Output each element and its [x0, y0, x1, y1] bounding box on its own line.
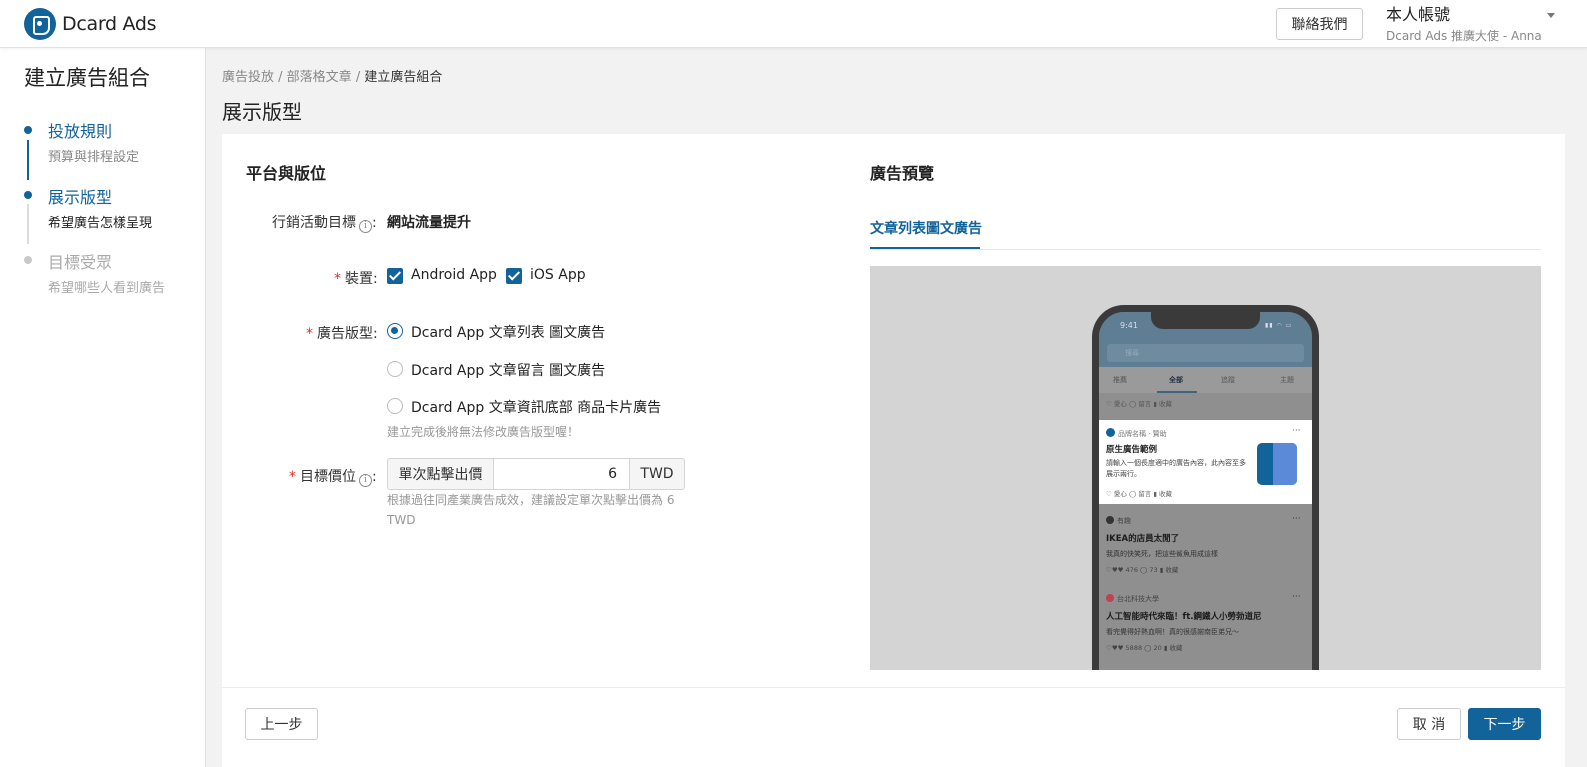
phone-tab-indicator: [1157, 391, 1197, 393]
step-desc: 希望哪些人看到廣告: [48, 281, 166, 296]
android-checkbox[interactable]: [387, 268, 403, 284]
ad-brand: 品牌名稱 · 贊助: [1106, 428, 1167, 439]
bid-hint: 根據過往同產業廣告成效，建議設定單次點擊出價為 6 TWD: [387, 493, 675, 527]
more-icon: ···: [1292, 514, 1301, 524]
step-label: 投放規則: [48, 122, 113, 141]
ad-actions: ♡ 愛心 ◯ 留言 ▮ 收藏: [1106, 490, 1173, 498]
format-hint: 建立完成後將無法修改廣告版型喔！: [387, 425, 580, 439]
bid-label: * 目標價位 i:: [289, 469, 377, 487]
step-dot-icon: [24, 256, 32, 264]
more-icon: ···: [1292, 426, 1301, 436]
dcard-ads-logo[interactable]: Dcard Ads: [24, 8, 157, 40]
post-body: 我真的快笑死，把這些鯊魚用成這樣: [1106, 550, 1218, 558]
breadcrumb: 廣告投放 / 部落格文章 / 建立廣告組合: [222, 70, 443, 85]
post-board: 有趣: [1106, 516, 1131, 526]
phone-post-actions: ♡ 愛心 ◯ 留言 ▮ 收藏: [1106, 400, 1173, 408]
sidebar-title: 建立廣告組合: [24, 66, 150, 90]
page-title: 展示版型: [222, 100, 302, 124]
bid-currency: TWD: [629, 459, 684, 489]
phone-time: 9:41: [1120, 321, 1138, 330]
account-menu[interactable]: 本人帳號 Dcard Ads 推廣大使 - Anna: [1386, 5, 1542, 45]
ad-body: 請輸入一個長度適中的廣告內容，此內容至多展示兩行。: [1106, 459, 1246, 478]
phone-search-bar: 搜尋: [1107, 344, 1304, 362]
tab-list-ad[interactable]: 文章列表圖文廣告: [870, 218, 982, 238]
phone-screen: 9:41 ▮▮ ◠ ▭ 搜尋 推薦 全部 追蹤 主題 ♡ 愛心 ◯ 留言 ▮ 收…: [1099, 312, 1312, 670]
breadcrumb-item[interactable]: 部落格文章: [287, 70, 352, 85]
step-connector: [27, 204, 29, 244]
logo-text: Dcard Ads: [62, 13, 157, 35]
step-label: 目標受眾: [48, 253, 113, 272]
ios-checkbox[interactable]: [506, 268, 522, 284]
format-option-label[interactable]: Dcard App 文章列表 圖文廣告: [411, 322, 605, 342]
android-label[interactable]: Android App: [411, 267, 497, 283]
device-label: * 裝置:: [334, 271, 378, 287]
info-icon[interactable]: i: [359, 474, 372, 487]
footer-divider: [222, 687, 1565, 688]
format-radio-product[interactable]: [387, 398, 403, 414]
step-dot-icon: [24, 191, 32, 199]
phone-tab: 主題: [1280, 376, 1294, 384]
next-button[interactable]: 下一步: [1468, 708, 1541, 740]
format-card: 平台與版位 行銷活動目標 i: 網站流量提升 * 裝置: Android App i…: [222, 134, 1565, 767]
steps-sidebar: 建立廣告組合 投放規則 預算與排程設定 展示版型 希望廣告怎樣呈現 目標受眾 希…: [0, 48, 206, 767]
phone-tab: 追蹤: [1221, 376, 1235, 384]
goal-label: 行銷活動目標 i:: [272, 215, 377, 233]
account-role: Dcard Ads 推廣大使 - Anna: [1386, 29, 1542, 43]
native-ad-card: 品牌名稱 · 贊助 ··· 原生廣告範例 請輸入一個長度適中的廣告內容，此內容至…: [1099, 420, 1312, 504]
post-title: IKEA的店員太閒了: [1106, 534, 1180, 544]
ad-preview-area: 9:41 ▮▮ ◠ ▭ 搜尋 推薦 全部 追蹤 主題 ♡ 愛心 ◯ 留言 ▮ 收…: [870, 266, 1541, 670]
more-icon: ···: [1292, 592, 1301, 602]
caret-down-icon[interactable]: [1547, 13, 1555, 18]
phone-notch: [1151, 312, 1260, 329]
format-option-label[interactable]: Dcard App 文章留言 圖文廣告: [411, 360, 605, 380]
board-avatar-icon: [1106, 516, 1114, 524]
step-connector: [27, 140, 29, 180]
format-option-label[interactable]: Dcard App 文章資訊底部 商品卡片廣告: [411, 397, 661, 417]
cancel-button[interactable]: 取 消: [1397, 708, 1461, 740]
post-body: 看完覺得好熱血啊！真的很感謝南臣弟兄～: [1106, 628, 1239, 636]
account-name: 本人帳號: [1386, 5, 1451, 24]
step-dot-icon: [24, 126, 32, 134]
previous-button[interactable]: 上一步: [245, 708, 318, 740]
signal-wifi-battery-icon: ▮▮ ◠ ▭: [1265, 322, 1293, 329]
post-board: 台北科技大學: [1106, 594, 1159, 604]
post-actions: ♡♥♥ 476 ◯ 73 ▮ 收藏: [1106, 566, 1179, 574]
top-header: Dcard Ads 聯絡我們 本人帳號 Dcard Ads 推廣大使 - Ann…: [0, 0, 1587, 48]
bid-input-group: 單次點擊出價 TWD: [387, 458, 685, 490]
breadcrumb-item[interactable]: 廣告投放: [222, 70, 274, 85]
format-radio-comment[interactable]: [387, 361, 403, 377]
step-desc: 預算與排程設定: [48, 150, 140, 165]
step-desc: 希望廣告怎樣呈現: [48, 216, 153, 231]
ad-title: 原生廣告範例: [1106, 445, 1158, 455]
tab-divider: [870, 249, 1541, 250]
brand-avatar-icon: [1106, 428, 1115, 437]
phone-tab: 全部: [1169, 376, 1183, 384]
preview-title: 廣告預覽: [870, 164, 935, 183]
contact-us-button[interactable]: 聯絡我們: [1276, 8, 1363, 40]
phone-tabs: 推薦 全部 追蹤 主題: [1099, 367, 1312, 393]
format-radio-list[interactable]: [387, 323, 403, 339]
bid-prefix: 單次點擊出價: [388, 459, 494, 489]
phone-mockup: 9:41 ▮▮ ◠ ▭ 搜尋 推薦 全部 追蹤 主題 ♡ 愛心 ◯ 留言 ▮ 收…: [1092, 305, 1319, 670]
step-label: 展示版型: [48, 188, 113, 207]
ios-label[interactable]: iOS App: [530, 267, 586, 283]
info-icon[interactable]: i: [359, 220, 372, 233]
board-avatar-icon: [1106, 594, 1114, 602]
phone-tab: 推薦: [1113, 376, 1127, 384]
section-title-platform: 平台與版位: [246, 164, 327, 183]
ad-thumbnail: [1257, 443, 1297, 485]
post-actions: ♡♥♥ 5888 ◯ 20 ▮ 收藏: [1106, 644, 1183, 652]
dcard-logo-icon: [24, 8, 56, 40]
breadcrumb-current: 建立廣告組合: [364, 70, 443, 85]
format-label: * 廣告版型:: [306, 326, 378, 342]
post-title: 人工智能時代來臨！ft.鋼鐵人小勞勃道尼: [1106, 612, 1262, 622]
goal-value: 網站流量提升: [387, 215, 471, 231]
bid-amount-input[interactable]: [494, 459, 629, 489]
